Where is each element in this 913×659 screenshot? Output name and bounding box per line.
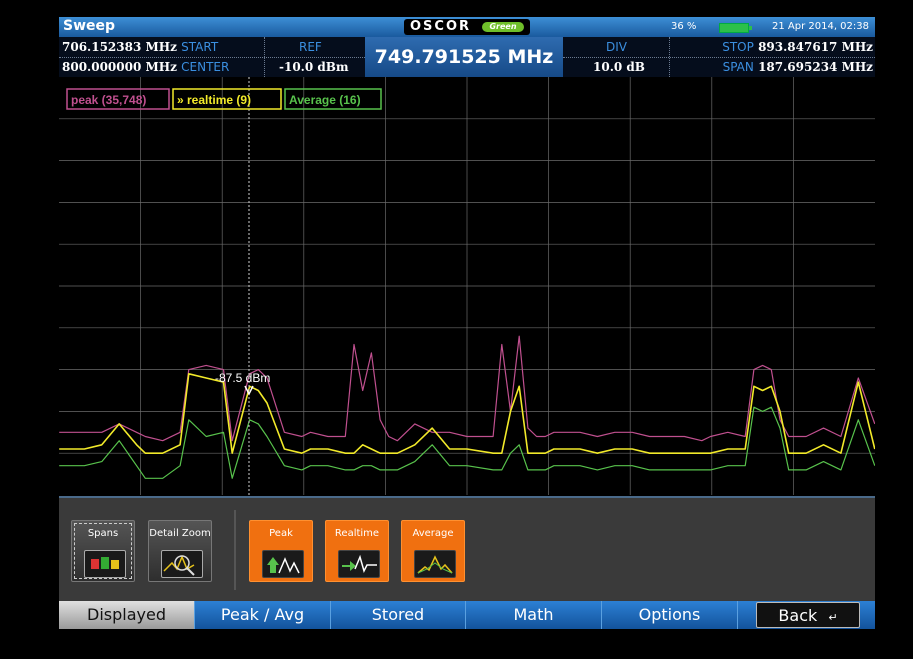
logo-badge: Green (482, 22, 524, 32)
app-title: Sweep (63, 18, 116, 34)
average-button[interactable]: Average (401, 520, 465, 582)
center-value: 800.000000 MHz (62, 60, 177, 74)
start-value: 706.152383 MHz (62, 40, 177, 54)
date-time: 21 Apr 2014, 02:38 (771, 21, 869, 32)
ref-value[interactable]: -10.0 dBm (279, 60, 349, 74)
battery-icon (719, 23, 752, 33)
tab-math[interactable]: Math (465, 601, 601, 629)
span-value: 187.695234 MHz (758, 60, 873, 74)
back-button[interactable]: Back ↵ (756, 602, 860, 628)
tab-peak-avg[interactable]: Peak / Avg (194, 601, 330, 629)
average-label: Average (412, 528, 454, 539)
tab-displayed[interactable]: Displayed (59, 601, 194, 629)
div-value[interactable]: 10.0 dB (593, 60, 645, 74)
stop-readout[interactable]: STOP 893.847617 MHz (722, 40, 873, 54)
marker-frequency[interactable]: 749.791525 MHz (365, 37, 563, 77)
legend-peak: peak (35,748) (71, 93, 146, 107)
title-bar: Sweep OSCOR Green 36 % 21 Apr 2014, 02:3… (59, 17, 875, 37)
span-readout[interactable]: SPAN 187.695234 MHz (723, 60, 873, 74)
center-label: CENTER (181, 60, 230, 74)
peak-trace-icon (262, 550, 304, 578)
realtime-button[interactable]: Realtime (325, 520, 389, 582)
bottom-tab-bar: Displayed Peak / Avg Stored Math Options… (59, 601, 875, 629)
frequency-info-bar: 706.152383 MHz START 800.000000 MHz CENT… (59, 37, 875, 77)
start-label: START (181, 40, 219, 54)
tab-stored[interactable]: Stored (330, 601, 465, 629)
peak-button[interactable]: Peak (249, 520, 313, 582)
spans-button[interactable]: Spans (71, 520, 135, 582)
enter-icon: ↵ (828, 611, 838, 624)
average-trace-icon (414, 550, 456, 578)
function-toolbar: Spans Detail Zoom Peak Realtime Average (59, 496, 875, 601)
spans-label: Spans (87, 528, 119, 539)
stop-value: 893.847617 MHz (758, 40, 873, 54)
battery-percent: 36 % (671, 21, 697, 32)
detail-zoom-button[interactable]: Detail Zoom (148, 520, 212, 582)
back-label: Back (778, 606, 818, 625)
marker-label: -87.5 dBm (215, 371, 270, 385)
stop-label: STOP (722, 40, 754, 54)
center-readout[interactable]: 800.000000 MHz CENTER (62, 60, 229, 74)
realtime-trace-icon (338, 550, 380, 578)
spans-icon (84, 550, 126, 578)
oscor-logo: OSCOR Green (404, 19, 530, 35)
tab-options[interactable]: Options (601, 601, 737, 629)
span-label: SPAN (722, 60, 754, 74)
div-label: DIV (606, 40, 627, 54)
toolbar-divider (234, 510, 236, 590)
ref-label: REF (299, 40, 322, 54)
realtime-label: Realtime (334, 528, 380, 539)
zoom-icon (161, 550, 203, 578)
legend-average: Average (16) (289, 93, 361, 107)
peak-label: Peak (269, 528, 293, 539)
analyzer-screen: Sweep OSCOR Green 36 % 21 Apr 2014, 02:3… (59, 17, 875, 629)
logo-text: OSCOR (410, 19, 472, 34)
spectrum-plot[interactable]: -87.5 dBm peak (35,748) » realtime (9) A… (59, 77, 875, 495)
detail-zoom-label: Detail Zoom (149, 528, 211, 539)
start-readout[interactable]: 706.152383 MHz START (62, 40, 218, 54)
legend-realtime: » realtime (9) (177, 93, 251, 107)
